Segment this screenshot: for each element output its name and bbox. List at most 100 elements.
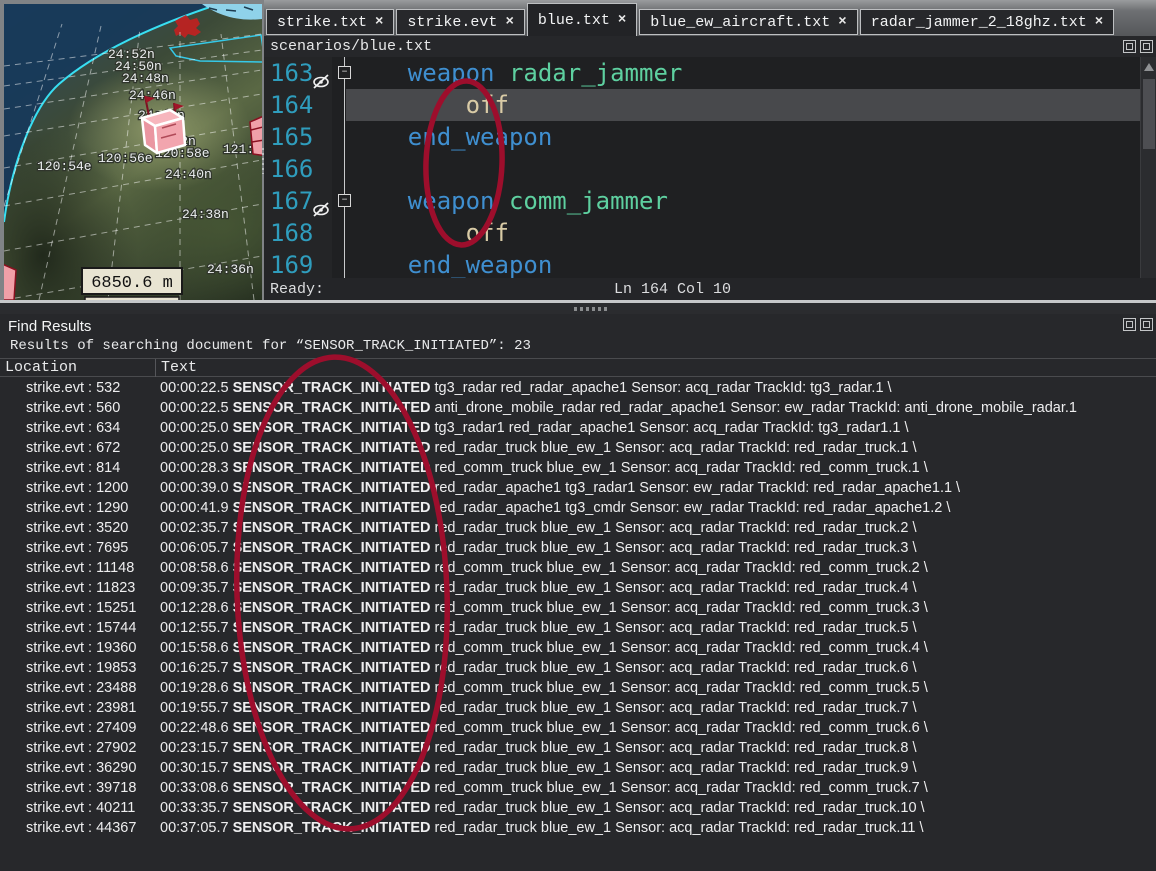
event-detail: red_radar_truck blue_ew_1 Sensor: acq_ra… [431,760,917,776]
result-location: strike.evt : 15251 [26,598,136,618]
line-number[interactable]: 167 [264,185,332,217]
code-text[interactable]: off [346,217,1140,249]
column-header-text[interactable]: Text [161,359,197,376]
event-time: 00:33:08.6 [160,780,233,796]
editor-tab-strike-txt[interactable]: strike.txt× [266,9,394,35]
editor-tab-blue-txt[interactable]: blue.txt× [527,3,637,36]
tab-close-icon[interactable]: × [618,12,626,28]
editor-tab-blue_ew_aircraft-txt[interactable]: blue_ew_aircraft.txt× [639,9,857,35]
scrollbar-thumb[interactable] [1143,79,1155,149]
horizontal-splitter[interactable] [0,300,1156,314]
code-text[interactable] [346,153,1140,185]
tab-close-icon[interactable]: × [375,14,383,30]
fold-collapse-icon[interactable]: – [338,66,351,79]
result-row[interactable]: strike.evt : 1574400:12:55.7 SENSOR_TRAC… [0,618,1156,638]
float-pane-icon[interactable] [1123,318,1136,331]
editor-tab-radar_jammer_2_18ghz-txt[interactable]: radar_jammer_2_18ghz.txt× [860,9,1114,35]
result-row[interactable]: strike.evt : 2790200:23:15.7 SENSOR_TRAC… [0,738,1156,758]
code-text[interactable]: end_weapon [346,121,1140,153]
result-row[interactable]: strike.evt : 1182300:09:35.7 SENSOR_TRAC… [0,578,1156,598]
code-line-166[interactable]: 166 [264,153,1140,185]
token-keyword: weapon [408,187,495,215]
scroll-up-arrow-icon[interactable] [1144,63,1154,71]
result-row[interactable]: strike.evt : 769500:06:05.7 SENSOR_TRACK… [0,538,1156,558]
line-number[interactable]: 164 [264,89,332,121]
result-row[interactable]: strike.evt : 63400:00:25.0 SENSOR_TRACK_… [0,418,1156,438]
code-text[interactable]: weapon radar_jammer [346,57,1140,89]
event-detail: red_radar_truck blue_ew_1 Sensor: acq_ra… [431,440,917,456]
breadcrumb: scenarios/blue.txt [270,38,432,55]
gutter-divider [344,57,345,278]
column-header-location[interactable]: Location [5,359,77,376]
match-keyword: SENSOR_TRACK_INITIATED [233,380,431,396]
result-location: strike.evt : 814 [26,458,120,478]
edge-entity-left [4,264,16,300]
pin-pane-icon[interactable] [1140,318,1153,331]
code-line-168[interactable]: 168 off [264,217,1140,249]
result-row[interactable]: strike.evt : 2348800:19:28.6 SENSOR_TRAC… [0,678,1156,698]
map-view[interactable]: 24:52n24:50n24:48n24:46n24:44n24:42n24:4… [4,4,262,300]
result-row[interactable]: strike.evt : 814 00:00:28.3 SENSOR_TRACK_… [0,458,1156,478]
result-row[interactable]: strike.evt : 4436700:37:05.7 SENSOR_TRAC… [0,818,1156,838]
result-location: strike.evt : 11148 [26,558,134,578]
fold-collapse-icon[interactable]: – [338,194,351,207]
result-row[interactable]: strike.evt : 11148 00:08:58.6 SENSOR_TRAC… [0,558,1156,578]
event-time: 00:09:35.7 [160,580,233,596]
code-line-165[interactable]: 165 end_weapon [264,121,1140,153]
result-row[interactable]: strike.evt : 2740900:22:48.6 SENSOR_TRAC… [0,718,1156,738]
float-pane-icon[interactable] [1123,40,1136,53]
column-resize-handle[interactable] [155,359,156,377]
result-row[interactable]: strike.evt : 2398100:19:55.7 SENSOR_TRAC… [0,698,1156,718]
hide-eye-icon[interactable] [312,65,331,80]
result-location: strike.evt : 560 [26,398,120,418]
code-text[interactable]: weapon comm_jammer [346,185,1140,217]
result-text: 00:08:58.6 SENSOR_TRACK_INITIATED red_co… [160,558,928,578]
tab-close-icon[interactable]: × [1095,14,1103,30]
match-keyword: SENSOR_TRACK_INITIATED [233,420,431,436]
tab-close-icon[interactable]: × [838,14,846,30]
result-location: strike.evt : 27409 [26,718,136,738]
result-row[interactable]: strike.evt : 1985300:16:25.7 SENSOR_TRAC… [0,658,1156,678]
graticule-label: 24:40n [165,167,212,182]
event-detail: red_comm_truck blue_ew_1 Sensor: acq_rad… [431,600,928,616]
event-time: 00:12:28.6 [160,600,233,616]
editor-scrollbar[interactable] [1140,57,1156,278]
result-text: 00:00:28.3 SENSOR_TRACK_INITIATED red_co… [160,458,928,478]
hide-eye-icon[interactable] [312,193,331,208]
platform-entity[interactable] [142,96,185,153]
code-line-164[interactable]: 164 off [264,89,1140,121]
code-line-169[interactable]: 169 end_weapon [264,249,1140,281]
line-number[interactable]: 169 [264,249,332,281]
result-row[interactable]: strike.evt : 3971800:33:08.6 SENSOR_TRAC… [0,778,1156,798]
result-row[interactable]: strike.evt : 352000:02:35.7 SENSOR_TRACK… [0,518,1156,538]
result-row[interactable]: strike.evt : 56000:00:22.5 SENSOR_TRACK_… [0,398,1156,418]
code-text[interactable]: end_weapon [346,249,1140,281]
app-window: 24:52n24:50n24:48n24:46n24:44n24:42n24:4… [0,0,1156,871]
code-text[interactable]: off [346,89,1140,121]
result-row[interactable]: strike.evt : 129000:00:41.9 SENSOR_TRACK… [0,498,1156,518]
code-line-163[interactable]: 163– weapon radar_jammer [264,57,1140,89]
result-row[interactable]: strike.evt : 3629000:30:15.7 SENSOR_TRAC… [0,758,1156,778]
code-line-167[interactable]: 167– weapon comm_jammer [264,185,1140,217]
line-number[interactable]: 168 [264,217,332,249]
result-row[interactable]: strike.evt : 1525100:12:28.6 SENSOR_TRAC… [0,598,1156,618]
result-row[interactable]: strike.evt : 4021100:33:35.7 SENSOR_TRAC… [0,798,1156,818]
line-number[interactable]: 165 [264,121,332,153]
result-text: 00:00:41.9 SENSOR_TRACK_INITIATED red_ra… [160,498,950,518]
editor-tabbar: strike.txt×strike.evt×blue.txt×blue_ew_a… [264,0,1156,36]
result-row[interactable]: strike.evt : 120000:00:39.0 SENSOR_TRACK… [0,478,1156,498]
pin-pane-icon[interactable] [1140,40,1153,53]
breadcrumb-bar: scenarios/blue.txt [264,36,1156,57]
line-number[interactable]: 163 [264,57,332,89]
result-row[interactable]: strike.evt : 67200:00:25.0 SENSOR_TRACK_… [0,438,1156,458]
line-number[interactable]: 166 [264,153,332,185]
result-location: strike.evt : 3520 [26,518,128,538]
result-row[interactable]: strike.evt : 1936000:15:58.6 SENSOR_TRAC… [0,638,1156,658]
code-editor[interactable]: 163– weapon radar_jammer164 off165 end_w… [264,57,1140,278]
editor-tab-strike-evt[interactable]: strike.evt× [396,9,524,35]
find-results-title: Find Results [8,318,91,335]
event-detail: red_comm_truck blue_ew_1 Sensor: acq_rad… [431,640,928,656]
tab-close-icon[interactable]: × [505,14,513,30]
result-text: 00:19:55.7 SENSOR_TRACK_INITIATED red_ra… [160,698,917,718]
result-row[interactable]: strike.evt : 53200:00:22.5 SENSOR_TRACK_… [0,378,1156,398]
